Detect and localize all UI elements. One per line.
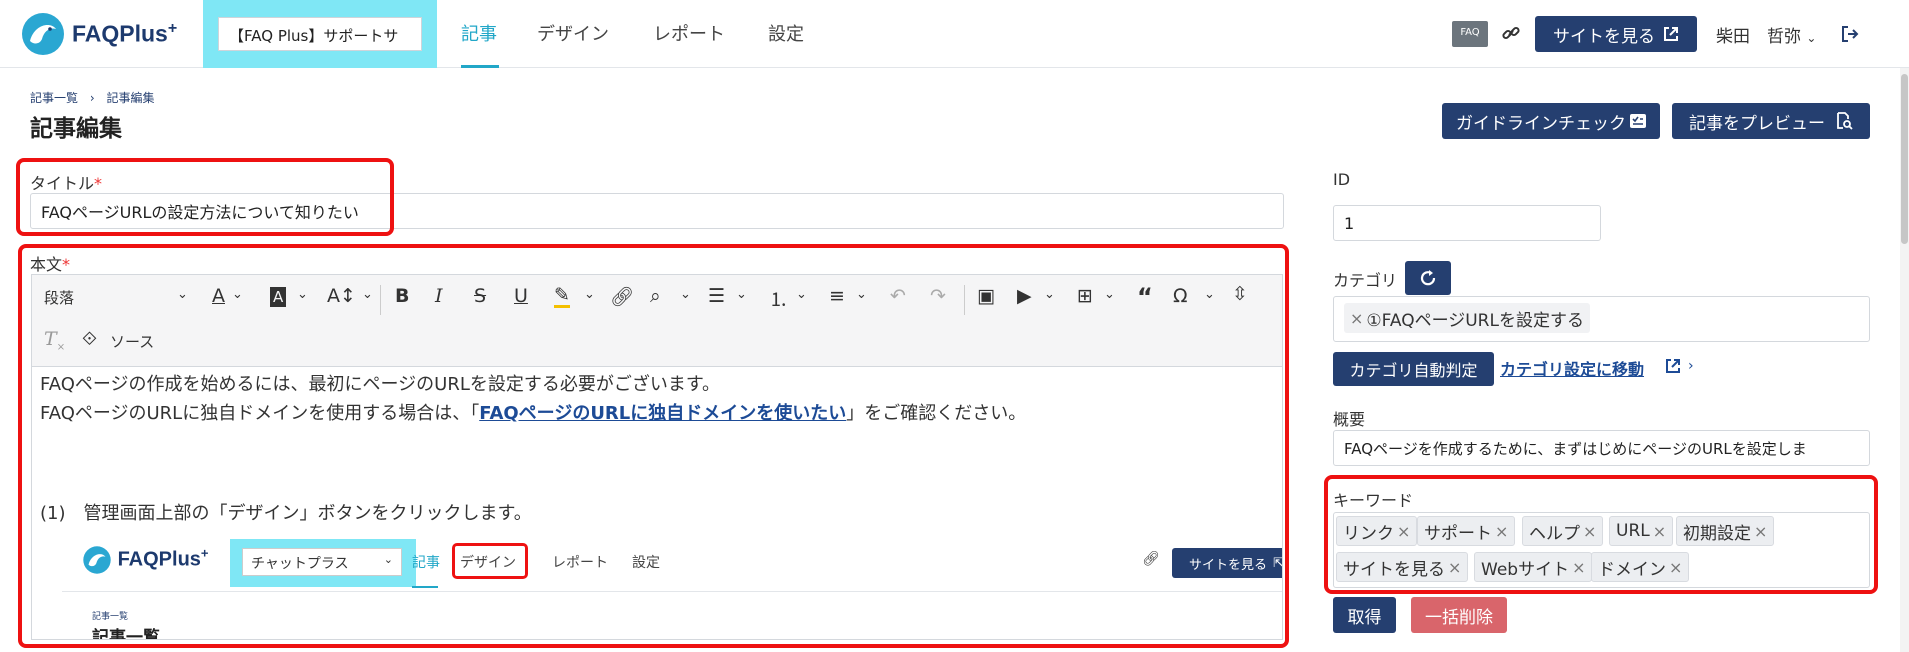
category-label: カテゴリ [1333,271,1398,290]
checklist-icon [1630,114,1646,128]
view-site-button[interactable]: サイトを見る [1535,16,1697,52]
refresh-icon [1420,270,1436,286]
annotation-box-keywords [1324,475,1878,594]
external-link-icon [1666,359,1680,373]
fetch-keywords-button[interactable]: 取得 [1333,597,1396,633]
breadcrumb-articles-link[interactable]: 記事一覧 [30,91,78,105]
annotation-box-body [18,244,1289,648]
chevron-right-icon: › [1688,358,1694,374]
preview-article-button[interactable]: 記事をプレビュー [1672,103,1870,139]
category-tag: × ①FAQページURLを設定する [1344,303,1590,333]
top-navbar: FAQPlus+ 【FAQ Plus】サポートサ 記事 デザイン レポート 設定… [0,0,1909,68]
document-search-icon [1837,112,1853,130]
link-icon[interactable] [1501,23,1521,43]
auto-category-button[interactable]: カテゴリ自動判定 [1333,352,1494,386]
summary-input[interactable]: FAQページを作成するために、まずはじめにページのURLを設定しま [1333,430,1870,466]
site-select[interactable]: 【FAQ Plus】サポートサ [218,17,422,51]
dolphin-logo-icon [22,13,64,55]
view-site-label: サイトを見る [1553,26,1655,47]
logo-text: FAQPlus+ [72,20,178,47]
preview-article-label: 記事をプレビュー [1689,113,1825,134]
delete-all-keywords-button[interactable]: 一括削除 [1411,597,1507,633]
guideline-check-button[interactable]: ガイドラインチェック [1442,103,1660,139]
id-input[interactable]: 1 [1333,205,1601,241]
user-name: 柴田 哲弥 [1716,27,1801,47]
tab-report[interactable]: レポート [653,20,725,46]
category-tag-label: ①FAQページURLを設定する [1366,310,1584,331]
logout-icon[interactable] [1840,24,1860,44]
refresh-category-button[interactable] [1405,261,1451,295]
category-settings-link[interactable]: カテゴリ設定に移動 [1500,356,1644,380]
active-tab-indicator [461,65,499,68]
id-label: ID [1333,170,1351,189]
faq-bubble-icon[interactable]: FAQ [1452,21,1488,47]
site-select-highlight: 【FAQ Plus】サポートサ [203,0,437,68]
page-title: 記事編集 [30,116,122,142]
breadcrumb: 記事一覧 › 記事編集 [30,89,155,106]
breadcrumb-separator: › [89,91,95,105]
annotation-box-title [16,158,394,236]
summary-label: 概要 [1333,410,1366,429]
external-link-icon [1664,27,1678,41]
page-scrollbar-thumb[interactable] [1901,74,1908,244]
tab-articles[interactable]: 記事 [461,20,497,46]
tab-design[interactable]: デザイン [537,20,609,46]
breadcrumb-current: 記事編集 [106,91,155,105]
faqplus-logo[interactable]: FAQPlus+ [20,10,177,58]
remove-tag-icon[interactable]: × [1350,309,1363,328]
guideline-check-label: ガイドラインチェック [1456,113,1626,134]
chevron-down-icon: ⌄ [1806,31,1817,45]
user-menu[interactable]: 柴田 哲弥 ⌄ [1716,22,1816,47]
tab-settings[interactable]: 設定 [768,20,804,46]
category-settings-label: カテゴリ設定に移動 [1500,360,1645,379]
